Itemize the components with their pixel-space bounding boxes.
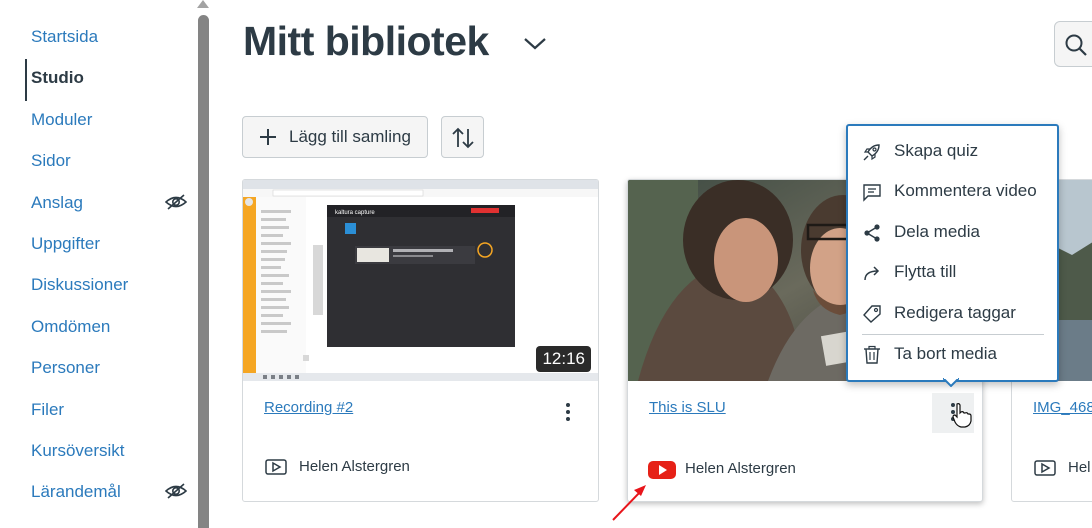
eye-hidden-icon: [165, 483, 187, 499]
menu-divider: [862, 334, 1044, 335]
search-button[interactable]: [1054, 21, 1092, 67]
hand-cursor-icon: [952, 403, 972, 428]
menu-item-dela-media[interactable]: Dela media: [860, 219, 1050, 249]
nav-item-larandemal[interactable]: Lärandemål: [31, 482, 121, 502]
plus-icon: [260, 129, 276, 145]
more-options-button[interactable]: [547, 393, 589, 433]
scroll-up-arrow-icon[interactable]: [197, 0, 209, 8]
page-title: Mitt bibliotek: [243, 18, 489, 64]
menu-caret-icon: [943, 378, 959, 387]
nav-item-uppgifter[interactable]: Uppgifter: [31, 234, 100, 254]
search-icon: [1065, 34, 1087, 56]
nav-item-filer[interactable]: Filer: [31, 400, 64, 420]
menu-item-kommentera-video[interactable]: Kommentera video: [860, 178, 1050, 208]
nav-item-anslag[interactable]: Anslag: [31, 193, 83, 213]
owner-name: Hel: [1068, 459, 1091, 476]
menu-item-label: Flytta till: [894, 262, 957, 281]
sort-icon: [452, 127, 474, 149]
youtube-icon: [648, 461, 676, 479]
trash-icon: [864, 345, 880, 364]
annotation-arrow-icon: [612, 485, 646, 521]
nav-item-kursoversikt[interactable]: Kursöversikt: [31, 441, 125, 461]
menu-item-label: Redigera taggar: [894, 303, 1016, 322]
owner-name: Helen Alstergren: [685, 460, 796, 477]
nav-item-personer[interactable]: Personer: [31, 358, 100, 378]
kebab-dot: [566, 417, 570, 421]
duration-badge: 12:16: [536, 346, 591, 372]
menu-item-redigera-taggar[interactable]: Redigera taggar: [860, 300, 1050, 330]
chevron-down-icon[interactable]: [522, 33, 548, 53]
nav-item-studio[interactable]: Studio: [31, 68, 84, 88]
video-icon: [1034, 460, 1056, 476]
nav-item-sidor[interactable]: Sidor: [31, 151, 71, 171]
add-collection-button[interactable]: Lägg till samling: [242, 116, 428, 158]
media-options-menu: Skapa quiz Kommentera video Dela media F…: [846, 124, 1059, 382]
menu-item-label: Kommentera video: [894, 181, 1037, 200]
menu-item-flytta-till[interactable]: Flytta till: [860, 259, 1050, 289]
video-icon: [265, 459, 287, 475]
tag-icon: [863, 305, 881, 323]
sort-button[interactable]: [441, 116, 484, 158]
menu-item-skapa-quiz[interactable]: Skapa quiz: [860, 138, 1050, 168]
share-icon: [864, 224, 880, 242]
add-collection-label: Lägg till samling: [289, 127, 411, 146]
sidebar-scrollbar[interactable]: [196, 0, 210, 528]
course-nav: Startsida Studio Moduler Sidor Anslag Up…: [0, 0, 196, 528]
kebab-dot: [566, 410, 570, 414]
nav-item-omdomen[interactable]: Omdömen: [31, 317, 110, 337]
card-title-link[interactable]: This is SLU: [649, 399, 726, 416]
card-title-link[interactable]: IMG_468: [1033, 399, 1092, 416]
active-indicator: [25, 59, 27, 101]
menu-item-label: Dela media: [894, 222, 980, 241]
menu-item-label: Skapa quiz: [894, 141, 979, 160]
nav-item-startsida[interactable]: Startsida: [31, 27, 98, 47]
svg-text:kaltura capture: kaltura capture: [335, 210, 375, 216]
rocket-icon: [863, 144, 880, 161]
media-card[interactable]: kaltura capture 12:16 Recording #2 Helen…: [242, 179, 599, 502]
scroll-thumb[interactable]: [198, 15, 209, 528]
kebab-dot: [566, 403, 570, 407]
nav-item-diskussioner[interactable]: Diskussioner: [31, 275, 128, 295]
comment-icon: [863, 184, 881, 202]
move-arrow-icon: [864, 266, 880, 281]
card-title-link[interactable]: Recording #2: [264, 399, 353, 416]
menu-item-label: Ta bort media: [894, 344, 997, 363]
nav-item-moduler[interactable]: Moduler: [31, 110, 92, 130]
eye-hidden-icon: [165, 194, 187, 210]
video-thumbnail[interactable]: kaltura capture 12:16: [243, 180, 598, 381]
menu-item-ta-bort-media[interactable]: Ta bort media: [860, 341, 1050, 371]
owner-name: Helen Alstergren: [299, 458, 410, 475]
